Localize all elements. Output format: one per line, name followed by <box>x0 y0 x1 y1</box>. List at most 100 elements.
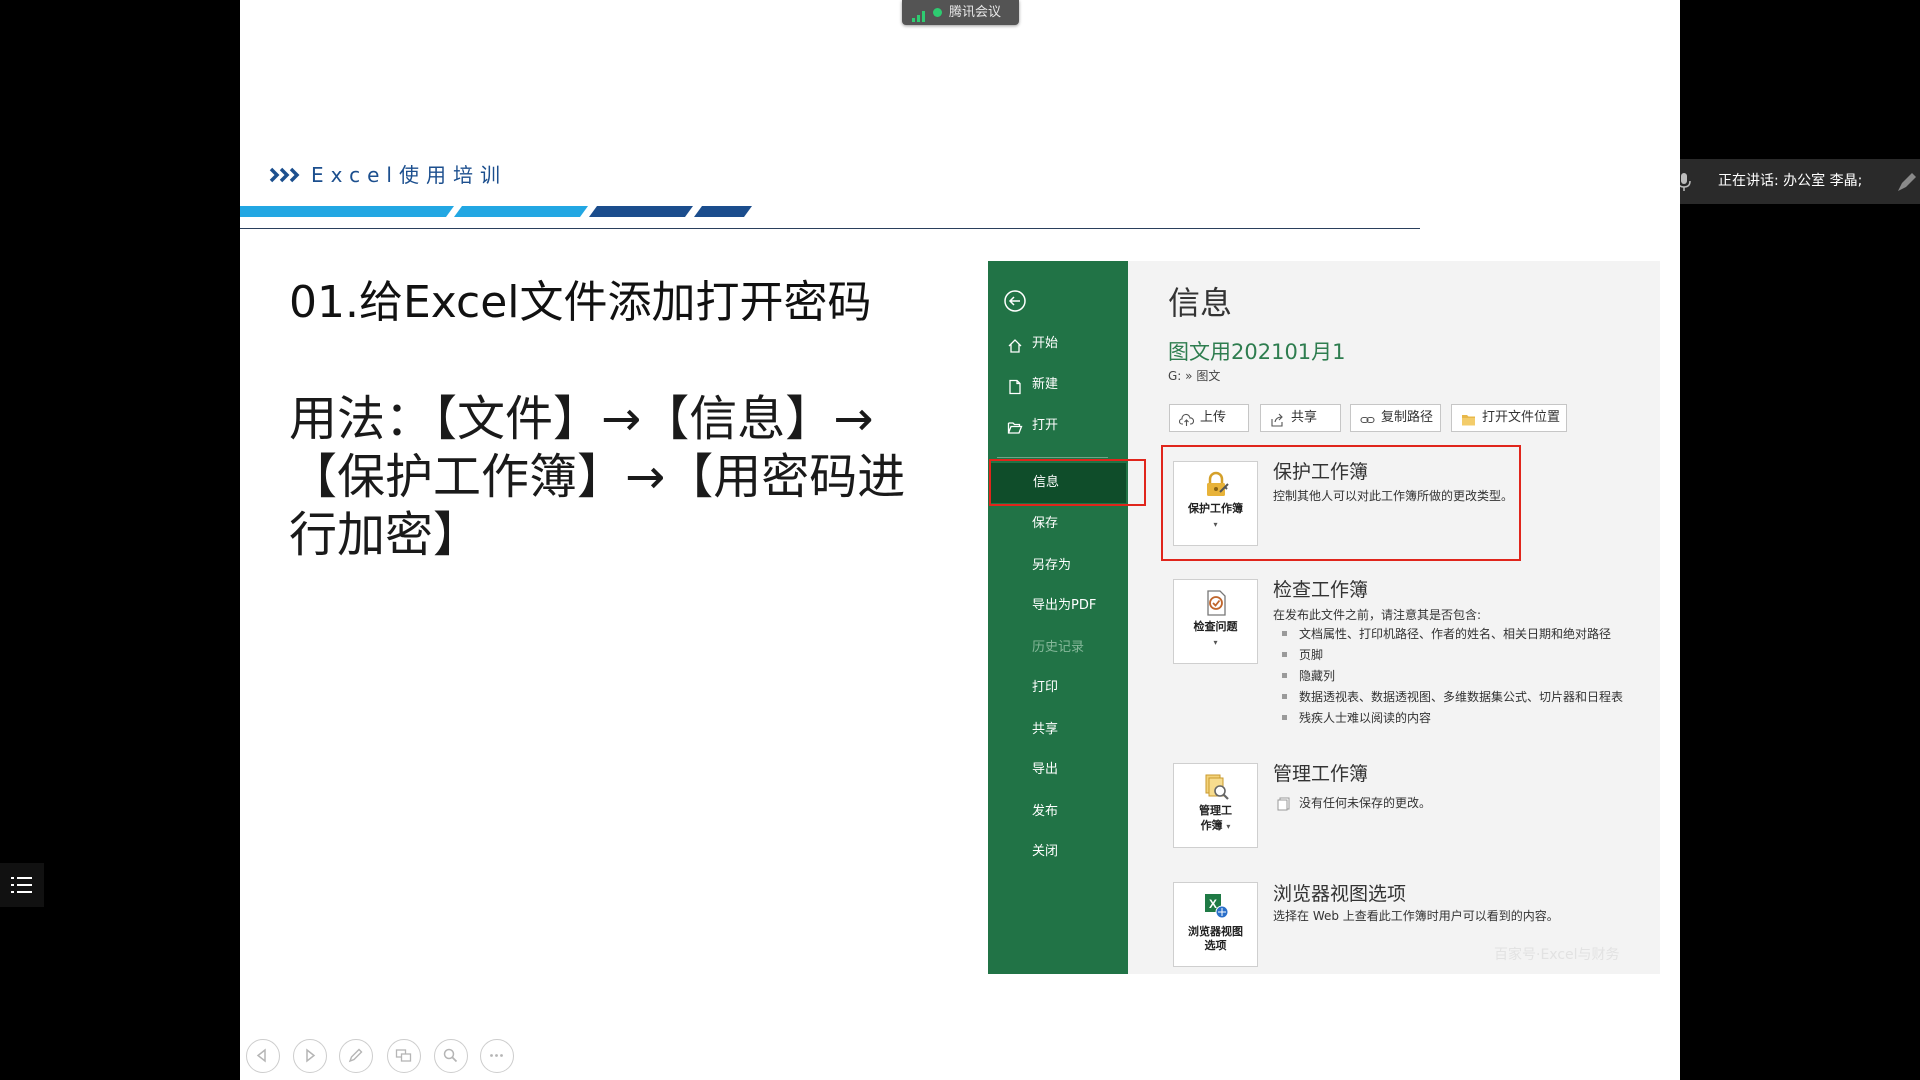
chevron-down-icon: ▾ <box>1226 822 1231 831</box>
more-options-button[interactable] <box>480 1039 514 1073</box>
svg-text:X: X <box>1209 897 1217 911</box>
browser-button-label: 选项 <box>1204 939 1227 952</box>
share-icon <box>1270 411 1285 427</box>
usage-line: 用法：【文件】→【信息】→ <box>289 391 874 447</box>
inspect-button-label: 检查问题 <box>1193 620 1238 633</box>
nav-label: 导出 <box>1032 762 1059 777</box>
share-button[interactable]: 共享 <box>1260 404 1341 432</box>
inspect-document-icon <box>1201 588 1231 618</box>
speaker-label: 正在讲话: 办公室 李晶; <box>1718 173 1863 189</box>
manage-button-label: 作簿 <box>1200 819 1223 832</box>
chevrons-icon <box>269 167 302 183</box>
backstage-nav-print[interactable]: 打印 <box>988 673 1128 703</box>
bullet-icon <box>1282 652 1287 657</box>
folder-icon <box>1461 411 1476 426</box>
previous-icon <box>256 1048 266 1063</box>
previous-slide-button[interactable] <box>246 1039 280 1073</box>
nav-label: 共享 <box>1032 722 1059 737</box>
signal-bars-icon <box>912 7 926 22</box>
manage-workbook-button[interactable]: 管理工 作簿 ▾ <box>1173 763 1258 848</box>
slide-title: 01.给Excel文件添加打开密码 <box>289 277 872 328</box>
copy-path-button[interactable]: 复制路径 <box>1350 404 1441 432</box>
nav-label: 关闭 <box>1032 844 1059 859</box>
lock-key-icon <box>1201 470 1231 500</box>
bullet-icon <box>1282 715 1287 720</box>
zoom-button[interactable] <box>434 1039 468 1073</box>
protect-title: 保护工作簿 <box>1273 461 1369 483</box>
browser-view-icon: X <box>1201 891 1231 921</box>
upload-button[interactable]: 上传 <box>1169 404 1249 432</box>
all-slides-button[interactable] <box>387 1039 421 1073</box>
nav-label: 开始 <box>1032 336 1059 351</box>
connection-dot-icon <box>933 8 942 17</box>
list-menu-icon <box>11 877 32 893</box>
nav-label: 打印 <box>1032 680 1059 695</box>
inspect-bullet: 残疾人士难以阅读的内容 <box>1299 711 1432 725</box>
backstage-sidebar: 开始 新建 打开 信息 保存 另存为 导出为PDF 历史记录 打印 共享 导出 … <box>988 261 1128 974</box>
backstage-nav-export[interactable]: 导出 <box>988 755 1128 785</box>
file-path: G: » 图文 <box>1168 369 1221 383</box>
action-label: 上传 <box>1200 410 1227 425</box>
next-slide-button[interactable] <box>293 1039 327 1073</box>
pen-icon[interactable] <box>1894 169 1920 195</box>
open-file-location-button[interactable]: 打开文件位置 <box>1451 404 1567 432</box>
screens-icon <box>395 1049 412 1062</box>
watermark: 百家号·Excel与财务 <box>1494 947 1620 963</box>
chevron-down-icon: ▾ <box>1213 520 1218 529</box>
info-heading: 信息 <box>1168 284 1233 322</box>
protect-workbook-button[interactable]: 保护工作簿 ▾ <box>1173 461 1258 546</box>
home-icon <box>1007 336 1023 353</box>
file-name: 图文用202101月1 <box>1168 340 1346 364</box>
usage-text: 用法：【文件】→【信息】→ 【保护工作簿】→【用密码进 行加密】 <box>289 390 905 564</box>
action-label: 共享 <box>1291 410 1318 425</box>
more-icon <box>490 1054 503 1057</box>
meeting-app-label: 腾讯会议 <box>949 5 1002 20</box>
protect-button-label: 保护工作簿 <box>1188 502 1243 515</box>
header-stripes <box>240 206 752 217</box>
open-folder-icon <box>1007 418 1023 434</box>
backstage-nav-share[interactable]: 共享 <box>988 715 1128 745</box>
inspect-desc: 在发布此文件之前，请注意其是否包含: <box>1273 608 1482 622</box>
pen-icon <box>348 1048 363 1063</box>
backstage-nav-save-as[interactable]: 另存为 <box>988 551 1128 581</box>
inspect-bullet: 文档属性、打印机路径、作者的姓名、相关日期和绝对路径 <box>1299 627 1612 641</box>
browser-title: 浏览器视图选项 <box>1273 883 1407 905</box>
link-icon <box>1360 411 1375 425</box>
cloud-upload-icon <box>1178 411 1195 426</box>
backstage-nav-home[interactable]: 开始 <box>988 329 1128 359</box>
inspect-title: 检查工作簿 <box>1273 579 1369 601</box>
backstage-nav-export-pdf[interactable]: 导出为PDF <box>988 591 1128 621</box>
usage-line: 【保护工作簿】→【用密码进 <box>289 449 906 505</box>
active-speaker-indicator: 正在讲话: 办公室 李晶; <box>1662 159 1920 204</box>
zoom-icon <box>443 1048 458 1063</box>
browser-view-options-button[interactable]: X 浏览器视图 选项 <box>1173 882 1258 967</box>
backstage-nav-save[interactable]: 保存 <box>988 509 1128 539</box>
browser-button-label: 浏览器视图 <box>1188 925 1243 938</box>
manage-title: 管理工作簿 <box>1273 763 1369 785</box>
backstage-nav-close[interactable]: 关闭 <box>988 837 1128 867</box>
browser-desc: 选择在 Web 上查看此工作簿时用户可以看到的内容。 <box>1273 909 1559 923</box>
backstage-nav-publish[interactable]: 发布 <box>988 797 1128 827</box>
highlight-info-box <box>989 459 1146 506</box>
list-menu-button[interactable] <box>0 863 44 907</box>
pen-tool-button[interactable] <box>339 1039 373 1073</box>
nav-separator <box>997 457 1108 458</box>
bullet-icon <box>1282 694 1287 699</box>
inspect-bullet: 页脚 <box>1299 648 1324 662</box>
bullet-icon <box>1282 673 1287 678</box>
nav-label: 打开 <box>1032 418 1059 433</box>
nav-label: 保存 <box>1032 516 1059 531</box>
manage-workbook-icon <box>1201 772 1231 802</box>
backstage-nav-new[interactable]: 新建 <box>988 370 1128 400</box>
manage-button-label-line2: 作簿 ▾ <box>1174 819 1257 833</box>
meeting-app-badge[interactable]: 腾讯会议 <box>902 0 1019 25</box>
nav-label: 导出为PDF <box>1032 598 1097 613</box>
check-issues-button[interactable]: 检查问题 ▾ <box>1173 579 1258 664</box>
backstage-nav-open[interactable]: 打开 <box>988 411 1128 441</box>
next-icon <box>306 1048 316 1063</box>
bullet-icon <box>1282 631 1287 636</box>
new-document-icon <box>1007 377 1023 395</box>
back-arrow-icon[interactable] <box>1003 289 1027 313</box>
document-icon <box>1277 796 1290 811</box>
manage-button-label: 管理工 <box>1199 804 1232 817</box>
